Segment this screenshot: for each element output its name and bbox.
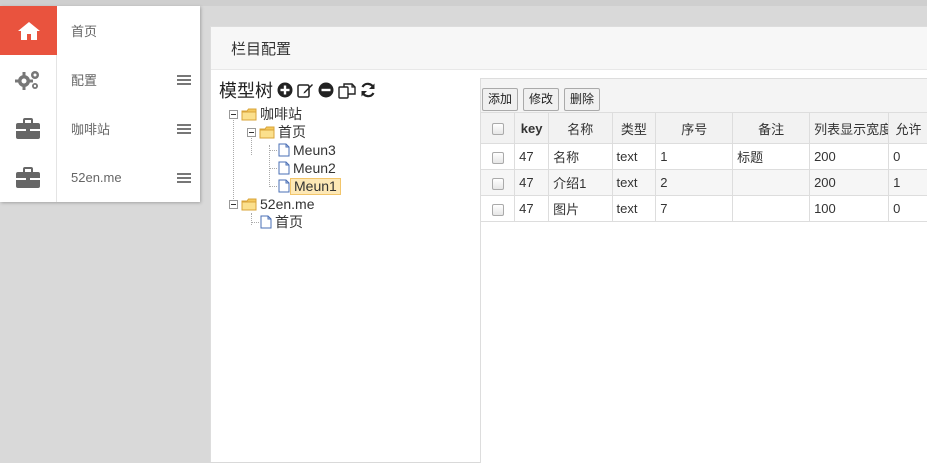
- table-cell: 47: [514, 143, 550, 170]
- folder-icon: [259, 126, 275, 138]
- row-checkbox[interactable]: [481, 195, 516, 222]
- minus-circle-icon[interactable]: [318, 82, 334, 99]
- collapse-icon[interactable]: [229, 109, 238, 119]
- sidebar-item-label: 首页: [71, 24, 98, 39]
- gears-icon: [0, 55, 57, 104]
- sidebar-item-label: 配置: [71, 73, 98, 88]
- column-header[interactable]: 类型: [612, 113, 657, 144]
- sidebar-item-label: 咖啡站: [71, 122, 111, 137]
- table-row[interactable]: 47 图片 text 7 100 0: [481, 195, 927, 222]
- column-header[interactable]: 列表显示宽度: [809, 113, 890, 144]
- select-all-checkbox[interactable]: [481, 113, 516, 144]
- tree-header: 模型树: [219, 79, 474, 101]
- table-cell: 标题: [732, 143, 811, 170]
- column-header[interactable]: 允许: [888, 113, 927, 144]
- add-button[interactable]: 添加: [482, 88, 519, 111]
- briefcase-icon: [0, 153, 57, 202]
- table-cell: 2: [655, 169, 734, 196]
- table-header-row: key 名称 类型 序号 备注 列表显示宽度 允许: [481, 113, 927, 144]
- edit-button[interactable]: 修改: [523, 88, 560, 111]
- column-header[interactable]: 序号: [655, 113, 734, 144]
- table-cell: 47: [514, 195, 550, 222]
- tree-title: 模型树: [219, 81, 273, 101]
- sidebar-item-52en[interactable]: 52en.me: [0, 153, 200, 202]
- table-cell: 0: [888, 195, 927, 222]
- table-cell: 1: [655, 143, 734, 170]
- file-icon: [278, 161, 290, 175]
- tree-body: 咖啡站 首页 Meun3 Meun2 Meun1 52en.me 首页: [219, 105, 474, 231]
- folder-icon: [241, 198, 257, 210]
- tree-node[interactable]: 52en.me: [229, 195, 474, 213]
- table-cell: 名称: [548, 143, 613, 170]
- row-checkbox[interactable]: [481, 143, 516, 170]
- data-grid: 添加 修改 删除 key 名称 类型 序号 备注 列表显示宽度 允许 47 名称…: [480, 78, 927, 463]
- table-cell: text: [612, 169, 657, 196]
- menu-icon[interactable]: [177, 74, 191, 85]
- table-cell: [732, 169, 811, 196]
- tree-node[interactable]: Meun2: [229, 159, 474, 177]
- sidebar-item-config[interactable]: 配置: [0, 55, 200, 104]
- tree-node-selected[interactable]: Meun1: [229, 177, 474, 195]
- home-icon: [0, 6, 57, 55]
- table-cell: 100: [809, 195, 890, 222]
- table-cell: 47: [514, 169, 550, 196]
- file-icon: [260, 215, 272, 229]
- row-checkbox[interactable]: [481, 169, 516, 196]
- sidebar-item-coffee[interactable]: 咖啡站: [0, 104, 200, 153]
- tree-node[interactable]: Meun3: [229, 141, 474, 159]
- column-header[interactable]: 备注: [732, 113, 811, 144]
- table-cell: text: [612, 195, 657, 222]
- folder-icon: [241, 108, 257, 120]
- column-header[interactable]: 名称: [548, 113, 613, 144]
- model-tree: 模型树 咖啡站 首页 Meun3 Meun2 Meun1 52en.me 首页: [219, 79, 474, 231]
- sidebar-item-home[interactable]: 首页: [0, 6, 200, 55]
- refresh-icon[interactable]: [360, 82, 376, 99]
- panel-header: 栏目配置: [211, 27, 927, 70]
- table-cell: 200: [809, 169, 890, 196]
- sidebar-item-label: 52en.me: [71, 170, 122, 185]
- table-cell: 图片: [548, 195, 613, 222]
- table-row[interactable]: 47 名称 text 1 标题 200 0: [481, 143, 927, 170]
- tree-node[interactable]: 咖啡站: [229, 105, 474, 123]
- tree-node[interactable]: 首页: [229, 123, 474, 141]
- table-cell: 7: [655, 195, 734, 222]
- file-icon: [278, 143, 290, 157]
- panel-title: 栏目配置: [231, 40, 292, 58]
- collapse-icon[interactable]: [229, 199, 238, 209]
- sidebar: 首页 配置 咖啡站 52en.me: [0, 6, 200, 202]
- edit-icon[interactable]: [297, 82, 314, 99]
- data-table: key 名称 类型 序号 备注 列表显示宽度 允许 47 名称 text 1 标…: [481, 113, 927, 222]
- table-cell: [732, 195, 811, 222]
- tree-node[interactable]: 首页: [229, 213, 474, 231]
- table-cell: 0: [888, 143, 927, 170]
- delete-button[interactable]: 删除: [564, 88, 601, 111]
- column-header[interactable]: key: [514, 113, 550, 144]
- table-cell: 介绍1: [548, 169, 613, 196]
- main-panel: 栏目配置 模型树 咖啡站 首页 Meun3 Meun2 Meun1 52en.m…: [210, 26, 927, 463]
- menu-icon[interactable]: [177, 172, 191, 183]
- menu-icon[interactable]: [177, 123, 191, 134]
- table-cell: 200: [809, 143, 890, 170]
- table-row[interactable]: 47 介绍1 text 2 200 1: [481, 169, 927, 196]
- table-cell: text: [612, 143, 657, 170]
- table-cell: 1: [888, 169, 927, 196]
- grid-toolbar: 添加 修改 删除: [481, 79, 927, 113]
- file-icon: [278, 179, 290, 193]
- collapse-icon[interactable]: [247, 127, 256, 137]
- plus-circle-icon[interactable]: [277, 82, 293, 99]
- copy-icon[interactable]: [338, 82, 356, 99]
- briefcase-icon: [0, 104, 57, 153]
